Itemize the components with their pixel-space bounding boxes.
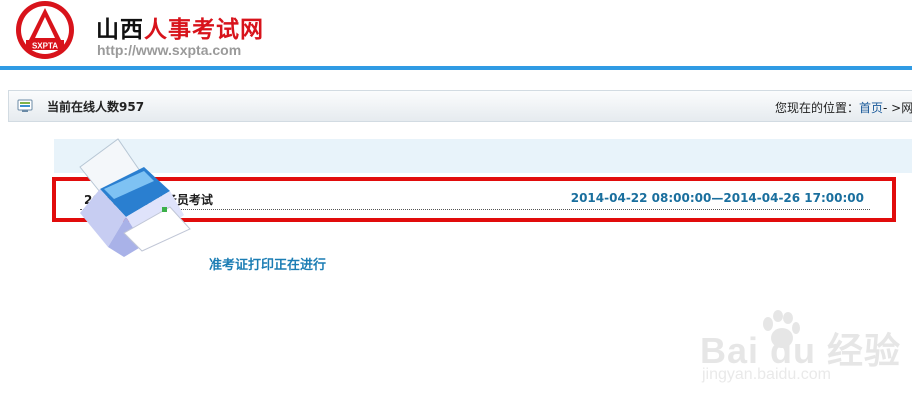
logo-text: SXPTA [32, 42, 58, 51]
sxpta-logo[interactable]: SXPTA [12, 0, 78, 62]
status-bar: 当前在线人数957 您现在的位置：首页- >网 [8, 90, 912, 122]
breadcrumb-rest: - >网 [883, 101, 912, 115]
site-name: 山西人事考试网 [96, 10, 264, 44]
watermark-url: jingyan.baidu.com [702, 366, 831, 383]
admission-print-status-link[interactable]: 准考证打印正在进行 [209, 254, 326, 273]
online-users-icon [17, 99, 33, 112]
site-name-part1: 山西 [96, 17, 144, 43]
site-header: SXPTA 山西人事考试网 http://www.sxpta.com [0, 0, 912, 70]
location-label: 您现在的位置： [775, 101, 860, 115]
baidu-jingyan-watermark: Bai du 经验 jingyan.baidu.com [700, 310, 900, 392]
printer-icon [79, 138, 191, 257]
row-divider [80, 209, 870, 210]
exam-time-range: 2014-04-22 08:00:00—2014-04-26 17:00:00 [570, 191, 864, 205]
breadcrumb: 您现在的位置：首页- >网 [775, 99, 912, 116]
breadcrumb-home-link[interactable]: 首页 [859, 101, 883, 115]
site-url: http://www.sxpta.com [97, 42, 242, 58]
header-divider [0, 66, 912, 70]
online-count: 当前在线人数957 [47, 100, 145, 114]
site-name-part2: 人事考试网 [144, 17, 264, 43]
